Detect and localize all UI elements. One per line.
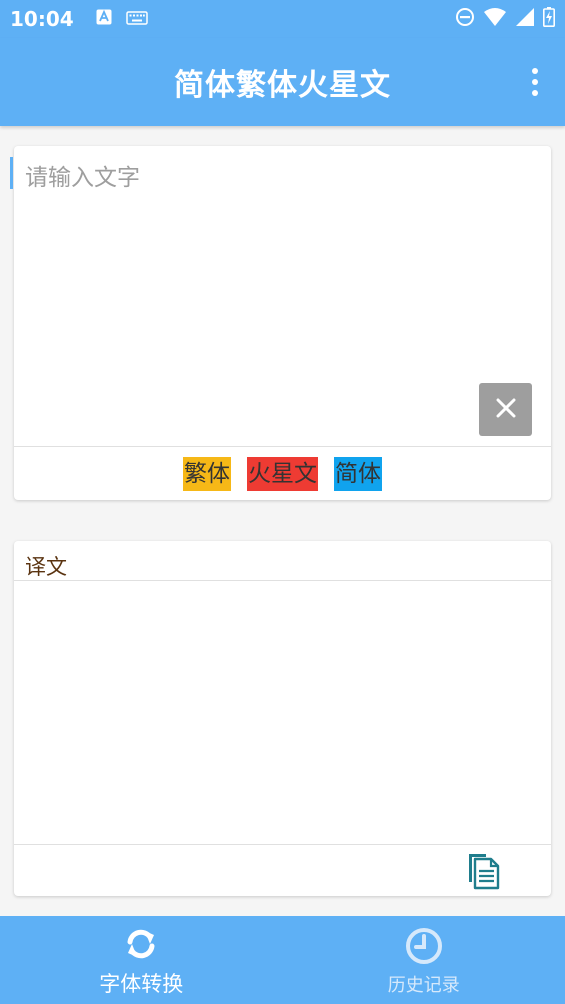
output-card: 译文 [14, 541, 551, 896]
output-label: 译文 [25, 555, 67, 579]
bottom-navigation: 字体转换 历史记录 [0, 916, 565, 1004]
simplified-button[interactable]: 简体 [334, 456, 382, 491]
wifi-icon [483, 7, 507, 31]
nav-font-convert[interactable]: 字体转换 [0, 916, 283, 1004]
status-left-icons [96, 9, 148, 29]
input-card: 繁体 火星文 简体 [14, 146, 551, 500]
output-bottom-divider [14, 844, 551, 845]
clear-button[interactable] [479, 383, 532, 436]
keyboard-icon [125, 10, 148, 29]
close-icon [495, 397, 517, 423]
sync-icon [123, 926, 159, 966]
status-bar: 10:04 [0, 0, 565, 38]
font-notification-icon [96, 9, 112, 29]
nav-history[interactable]: 历史记录 [283, 916, 565, 1004]
status-right-icons [455, 7, 555, 31]
status-time: 10:04 [10, 7, 74, 31]
traditional-button[interactable]: 繁体 [183, 456, 231, 491]
battery-icon [543, 7, 555, 31]
app-bar: 简体繁体火星文 [0, 38, 565, 126]
conversion-buttons: 繁体 火星文 简体 [14, 447, 551, 500]
text-input[interactable] [14, 146, 551, 446]
text-cursor [10, 157, 13, 189]
app-title: 简体繁体火星文 [174, 68, 391, 103]
martian-button[interactable]: 火星文 [247, 456, 318, 491]
copy-document-icon [466, 854, 502, 894]
copy-button[interactable] [466, 852, 502, 890]
cell-signal-icon [515, 7, 535, 31]
output-text [25, 593, 540, 838]
clock-icon [405, 927, 443, 969]
nav-label: 历史记录 [387, 975, 460, 996]
do-not-disturb-icon [455, 7, 475, 31]
nav-label: 字体转换 [99, 972, 184, 996]
output-top-divider [14, 580, 551, 581]
more-vert-icon[interactable] [525, 66, 545, 98]
